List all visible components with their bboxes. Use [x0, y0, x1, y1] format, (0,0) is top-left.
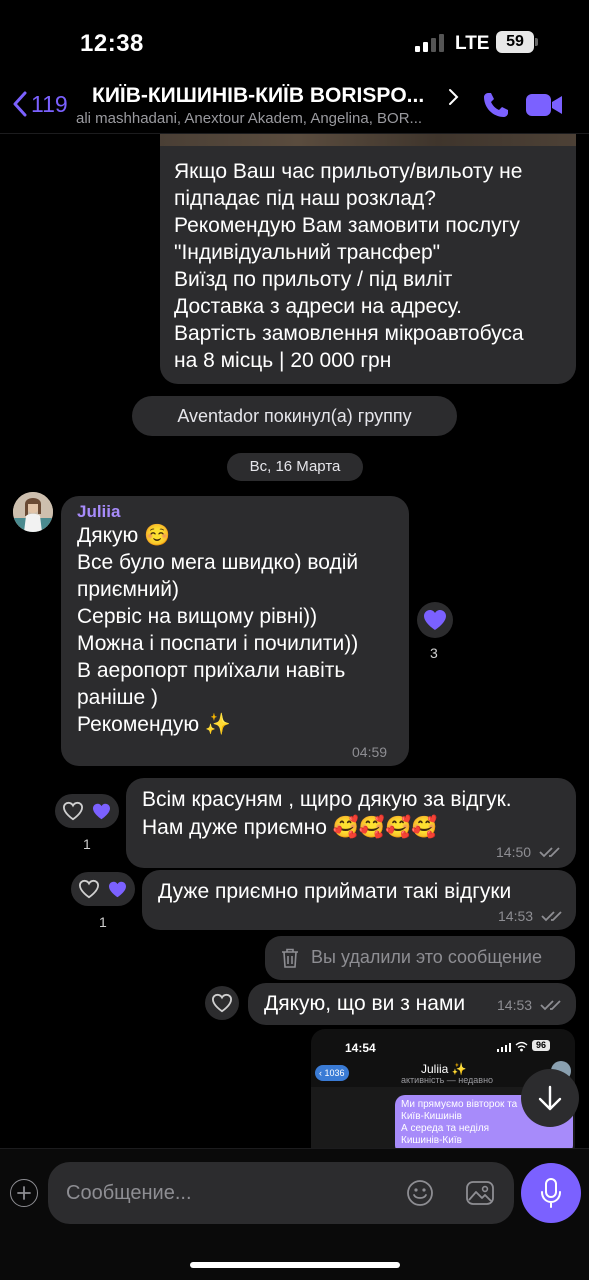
message-text: Дякую ☺️ Все було мега швидко) водій при…	[77, 524, 359, 736]
arrow-down-icon	[538, 1085, 562, 1111]
date-divider-text: Вс, 16 Марта	[249, 458, 341, 475]
reaction-count: 1	[99, 914, 107, 930]
message-time: 14:53	[497, 997, 533, 1013]
message-photo[interactable]	[160, 134, 576, 146]
signal-strength-icon	[415, 34, 445, 52]
deleted-message-text: Вы удалили это сообщение	[311, 947, 542, 967]
heart-outline-icon	[211, 993, 233, 1013]
avatar[interactable]	[13, 492, 53, 532]
read-checkmarks-icon	[541, 911, 562, 922]
message-bubble-transfer-info[interactable]: Якщо Ваш час прильоту/вильоту не підпада…	[160, 134, 576, 384]
chat-title[interactable]: КИЇВ-КИШИНІВ-КИЇВ BORISPO...	[92, 84, 442, 108]
status-bar: 12:38 LTE 59	[0, 0, 589, 80]
trash-icon	[282, 948, 298, 968]
heart-outline-icon[interactable]	[78, 879, 100, 899]
preview-contact-name: Juliia ✨	[421, 1062, 467, 1076]
attach-button[interactable]	[10, 1179, 38, 1207]
preview-back: ‹ 1036	[315, 1065, 349, 1081]
chevron-left-icon	[13, 91, 27, 117]
date-divider: Вс, 16 Марта	[227, 453, 363, 481]
message-text: Всім красуням , щиро дякую за відгук. На…	[142, 788, 512, 839]
message-bubble-outgoing[interactable]: Всім красуням , щиро дякую за відгук. На…	[126, 778, 576, 868]
system-message-text: Aventador покинул(а) группу	[177, 406, 412, 426]
message-bubble-outgoing[interactable]: Дякую, що ви з нами 14:53	[248, 983, 576, 1025]
message-time: 14:53	[498, 908, 534, 924]
sender-name[interactable]: Juliia	[77, 502, 120, 522]
back-button[interactable]: 119	[12, 88, 68, 120]
system-message: Aventador покинул(а) группу	[132, 396, 457, 436]
scroll-to-bottom-button[interactable]	[521, 1069, 579, 1127]
battery-tip	[535, 38, 538, 46]
chat-participants[interactable]: ali mashhadani, Anextour Akadem, Angelin…	[76, 110, 458, 127]
network-type: LTE	[455, 33, 490, 54]
chevron-right-icon[interactable]	[447, 88, 459, 106]
deleted-message[interactable]: Вы удалили это сообщение	[265, 936, 575, 980]
avatar-image	[13, 492, 53, 532]
reaction-bar[interactable]	[71, 872, 135, 906]
message-text: Якщо Ваш час прильоту/вильоту не підпада…	[174, 160, 524, 372]
video-call-icon[interactable]	[525, 92, 563, 118]
read-checkmarks-icon	[540, 1000, 561, 1011]
message-bubble-juliia[interactable]: Juliia Дякую ☺️ Все було мега швидко) во…	[61, 496, 409, 766]
message-time: 14:50	[496, 844, 532, 860]
reaction-bar[interactable]	[55, 794, 119, 828]
battery-icon: 59	[496, 31, 534, 53]
phone-call-icon[interactable]	[481, 90, 511, 120]
emoji-icon[interactable]	[406, 1179, 434, 1207]
message-input-box[interactable]	[48, 1162, 514, 1224]
reaction-heart[interactable]	[417, 602, 453, 638]
preview-contact-status: активність — недавно	[401, 1075, 494, 1085]
preview-battery: 96	[532, 1040, 550, 1051]
status-time: 12:38	[80, 30, 144, 57]
message-bubble-outgoing[interactable]: Дуже приємно приймати такі відгуки 14:53	[142, 870, 576, 930]
reaction-count: 3	[430, 645, 438, 661]
reaction-add-button[interactable]	[205, 986, 239, 1020]
gallery-icon[interactable]	[465, 1179, 495, 1207]
preview-wifi-icon	[515, 1041, 528, 1052]
heart-filled-icon[interactable]	[92, 803, 111, 820]
chat-header: 119 КИЇВ-КИШИНІВ-КИЇВ BORISPO... ali mas…	[0, 78, 589, 134]
message-text: Дякую, що ви з нами	[264, 992, 466, 1015]
voice-message-button[interactable]	[521, 1163, 581, 1223]
preview-status-time: 14:54	[345, 1041, 376, 1055]
message-text: Дуже приємно приймати такі відгуки	[158, 880, 512, 903]
message-time: 04:59	[352, 744, 388, 760]
back-unread-count: 119	[31, 90, 68, 117]
preview-signal-icon	[497, 1043, 511, 1052]
heart-outline-icon[interactable]	[62, 801, 84, 821]
message-input[interactable]	[66, 1178, 386, 1208]
read-checkmarks-icon	[539, 847, 560, 858]
reaction-count: 1	[83, 836, 91, 852]
home-indicator[interactable]	[190, 1262, 400, 1268]
message-composer	[0, 1148, 589, 1280]
microphone-icon	[541, 1178, 561, 1208]
plus-icon	[17, 1186, 31, 1200]
heart-filled-icon[interactable]	[108, 881, 127, 898]
heart-filled-icon	[424, 610, 446, 630]
